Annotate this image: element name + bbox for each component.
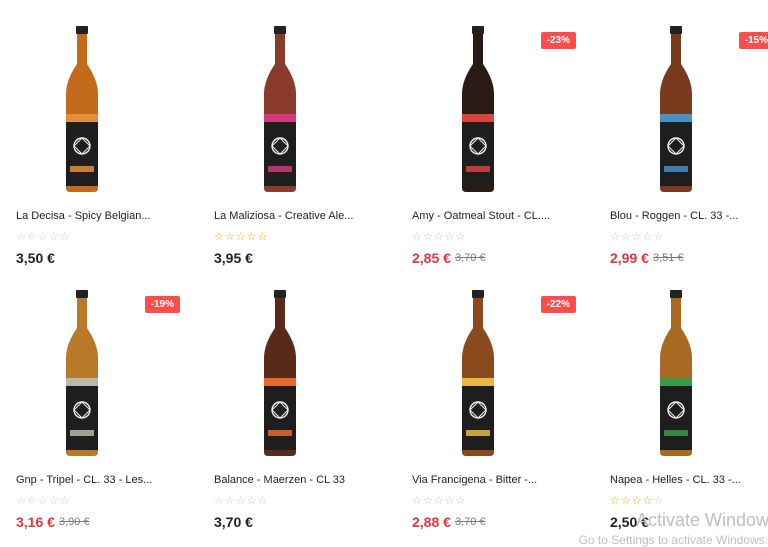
star-icon: ☆ [610, 495, 621, 507]
bottle-image[interactable] [256, 288, 304, 458]
star-icon: ☆ [26, 495, 38, 507]
star-icon: ☆ [433, 495, 445, 507]
star-icon: ☆ [444, 231, 456, 243]
star-icon: ☆ [16, 231, 27, 243]
product-name[interactable]: La Maliziosa - Creative Ale... [214, 210, 390, 222]
star-icon: ☆ [26, 231, 38, 243]
star-icon: ☆ [16, 495, 27, 507]
product-image-area[interactable] [396, 264, 586, 464]
product-card[interactable]: La Maliziosa - Creative Ale... ☆☆☆☆☆ 3,95 … [198, 0, 390, 266]
star-icon: ☆ [631, 231, 643, 243]
product-name[interactable]: Amy - Oatmeal Stout - CL.... [412, 210, 588, 222]
old-price: 3,51 € [653, 252, 684, 264]
rating-stars: ☆☆☆☆☆ [16, 494, 70, 507]
bottle-image[interactable] [256, 24, 304, 194]
product-price: 3,16 € [16, 514, 55, 530]
star-icon: ☆ [653, 231, 665, 243]
product-name[interactable]: Napea - Helles - CL. 33 -... [610, 474, 768, 486]
windows-watermark: Activate Windows [635, 510, 768, 530]
bottle-image[interactable] [454, 288, 502, 458]
star-icon: ☆ [246, 231, 258, 243]
star-icon: ☆ [455, 495, 467, 507]
product-card[interactable]: Napea - Helles - CL. 33 -... ☆☆☆☆☆ 2,50 € [594, 264, 768, 530]
product-card[interactable]: -15% Blou - Roggen - CL. 33 -... ☆☆☆☆☆ 2,99… [594, 0, 768, 266]
product-card[interactable]: -19% Gnp - Tripel - CL. 33 - Les... ☆☆☆☆☆ 3… [0, 264, 192, 530]
star-icon: ☆ [642, 495, 654, 507]
discount-badge: -19% [144, 296, 180, 313]
product-price: 3,70 € [214, 514, 253, 530]
star-icon: ☆ [257, 495, 269, 507]
product-image-area[interactable] [198, 264, 388, 464]
star-icon: ☆ [444, 495, 456, 507]
rating-stars: ☆☆☆☆☆ [610, 230, 664, 243]
product-name[interactable]: La Decisa - Spicy Belgian... [16, 210, 192, 222]
discount-badge: -22% [540, 296, 576, 313]
star-icon: ☆ [642, 231, 654, 243]
star-icon: ☆ [235, 231, 247, 243]
product-image-area[interactable] [0, 264, 190, 464]
product-image-area[interactable] [594, 264, 768, 464]
star-icon: ☆ [422, 231, 434, 243]
star-icon: ☆ [620, 231, 632, 243]
rating-stars: ☆☆☆☆☆ [610, 494, 664, 507]
product-name[interactable]: Blou - Roggen - CL. 33 -... [610, 210, 768, 222]
star-icon: ☆ [59, 495, 71, 507]
star-icon: ☆ [257, 231, 269, 243]
star-icon: ☆ [610, 231, 621, 243]
star-icon: ☆ [631, 495, 643, 507]
bottle-image[interactable] [652, 288, 700, 458]
product-name[interactable]: Balance - Maerzen - CL 33 [214, 474, 390, 486]
product-name[interactable]: Via Francigena - Bitter -... [412, 474, 588, 486]
bottle-image[interactable] [652, 24, 700, 194]
product-image-area[interactable] [0, 0, 190, 200]
rating-stars: ☆☆☆☆☆ [214, 230, 268, 243]
star-icon: ☆ [433, 231, 445, 243]
star-icon: ☆ [620, 495, 632, 507]
old-price: 3,70 € [455, 516, 486, 528]
product-image-area[interactable] [396, 0, 586, 200]
star-icon: ☆ [422, 495, 434, 507]
old-price: 3,70 € [455, 252, 486, 264]
star-icon: ☆ [59, 231, 71, 243]
product-card[interactable]: Balance - Maerzen - CL 33 ☆☆☆☆☆ 3,70 € [198, 264, 390, 530]
product-card[interactable]: La Decisa - Spicy Belgian... ☆☆☆☆☆ 3,50 € [0, 0, 192, 266]
bottle-image[interactable] [58, 24, 106, 194]
product-card[interactable]: -23% Amy - Oatmeal Stout - CL.... ☆☆☆☆☆ 2,8… [396, 0, 588, 266]
rating-stars: ☆☆☆☆☆ [214, 494, 268, 507]
star-icon: ☆ [224, 495, 236, 507]
star-icon: ☆ [48, 495, 60, 507]
old-price: 3,90 € [59, 516, 90, 528]
star-icon: ☆ [37, 495, 49, 507]
star-icon: ☆ [37, 231, 49, 243]
star-icon: ☆ [48, 231, 60, 243]
rating-stars: ☆☆☆☆☆ [412, 230, 466, 243]
star-icon: ☆ [246, 495, 258, 507]
star-icon: ☆ [455, 231, 467, 243]
rating-stars: ☆☆☆☆☆ [16, 230, 70, 243]
star-icon: ☆ [653, 495, 665, 507]
star-icon: ☆ [235, 495, 247, 507]
star-icon: ☆ [412, 495, 423, 507]
discount-badge: -23% [540, 32, 576, 49]
bottle-image[interactable] [454, 24, 502, 194]
discount-badge: -15% [738, 32, 768, 49]
product-grid: La Decisa - Spicy Belgian... ☆☆☆☆☆ 3,50 € … [0, 0, 768, 545]
star-icon: ☆ [214, 231, 225, 243]
star-icon: ☆ [214, 495, 225, 507]
product-image-area[interactable] [594, 0, 768, 200]
product-image-area[interactable] [198, 0, 388, 200]
product-card[interactable]: -22% Via Francigena - Bitter -... ☆☆☆☆☆ 2,8… [396, 264, 588, 530]
rating-stars: ☆☆☆☆☆ [412, 494, 466, 507]
star-icon: ☆ [224, 231, 236, 243]
product-name[interactable]: Gnp - Tripel - CL. 33 - Les... [16, 474, 192, 486]
star-icon: ☆ [412, 231, 423, 243]
product-price: 2,88 € [412, 514, 451, 530]
bottle-image[interactable] [58, 288, 106, 458]
